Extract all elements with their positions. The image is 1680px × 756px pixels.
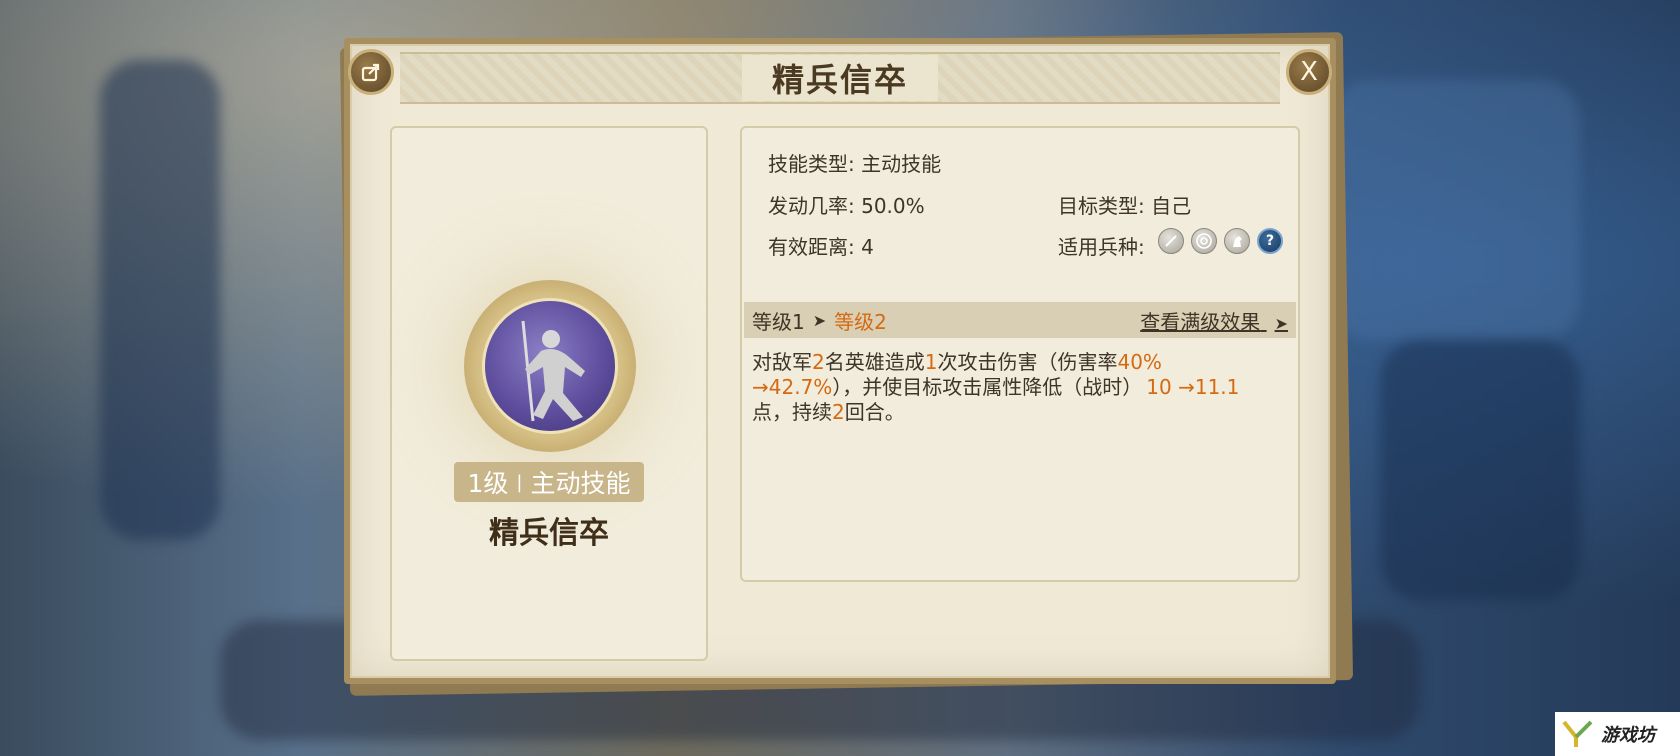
- arrow-right-icon: ➤: [812, 310, 827, 330]
- target-type-label: 目标类型:: [1058, 194, 1145, 218]
- watermark: 游戏坊: [1555, 712, 1680, 756]
- desc-value: 2: [812, 350, 825, 374]
- level-compare-bar: 等级1 ➤ 等级2 查看满级效果 ➤: [744, 302, 1296, 338]
- desc-value: 1: [924, 350, 938, 374]
- background-shape: [1330, 80, 1580, 340]
- watermark-logo-icon: [1562, 720, 1593, 747]
- skill-description: 对敌军2名英雄造成1次攻击伤害（伤害率40% →42.7%），并使目标攻击属性降低…: [752, 350, 1274, 425]
- title-bar: 精兵信卒: [400, 52, 1280, 104]
- badge-divider: |: [516, 471, 523, 493]
- background-shape: [1380, 340, 1580, 600]
- desc-value: 40%: [1117, 350, 1162, 374]
- skill-type-label: 技能类型:: [768, 152, 855, 176]
- range-label: 有效距离:: [768, 235, 855, 259]
- trigger-rate-label: 发动几率:: [768, 194, 855, 218]
- troop-row: 适用兵种:: [1058, 231, 1145, 260]
- sword-icon[interactable]: [1158, 228, 1184, 254]
- troop-label: 适用兵种:: [1058, 235, 1145, 259]
- level-to: 等级2: [834, 309, 887, 334]
- horse-icon[interactable]: [1224, 228, 1250, 254]
- skill-type-value: 主动技能: [861, 152, 942, 176]
- range-value: 4: [861, 235, 874, 259]
- skill-type-row: 技能类型: 主动技能: [768, 148, 941, 177]
- question-mark: ?: [1265, 233, 1275, 249]
- skill-portrait-card: 1级 | 主动技能 精兵信卒: [390, 126, 708, 661]
- trigger-rate-value: 50.0%: [861, 194, 925, 218]
- bow-target-icon[interactable]: [1191, 228, 1217, 254]
- desc-text: 名英雄造成: [824, 350, 925, 374]
- desc-text: 次攻击伤害（伤害率: [937, 350, 1118, 374]
- close-icon: X: [1300, 57, 1318, 87]
- share-icon: [361, 63, 380, 82]
- trigger-rate-row: 发动几率: 50.0%: [768, 190, 925, 219]
- target-type-value: 自己: [1151, 194, 1192, 218]
- badge-level: 1级: [467, 469, 509, 498]
- troop-icons: ?: [1158, 228, 1283, 254]
- watermark-text: 游戏坊: [1601, 725, 1655, 746]
- skill-dialog: 精兵信卒 X 1级 | 主动技能 精兵信卒 技能类型: 主动技能 发动几率: 5…: [344, 38, 1336, 684]
- view-max-level-label: 查看满级效果: [1140, 309, 1261, 334]
- desc-value: 10 →11.1: [1146, 375, 1240, 399]
- skill-level-badge: 1级 | 主动技能: [454, 462, 644, 502]
- desc-value: →42.7%: [752, 375, 833, 399]
- level-from: 等级1: [752, 309, 805, 334]
- target-type-row: 目标类型: 自己: [1058, 190, 1191, 219]
- close-button[interactable]: X: [1286, 49, 1332, 95]
- desc-text: 回合。: [844, 400, 905, 424]
- view-max-level-link[interactable]: 查看满级效果 ➤: [1140, 306, 1288, 335]
- background-shape: [100, 60, 220, 540]
- desc-text: ），并使目标攻击属性降低（战时）: [832, 375, 1143, 399]
- range-row: 有效距离: 4: [768, 231, 874, 260]
- share-button[interactable]: [348, 49, 394, 95]
- skill-emblem: [464, 280, 636, 452]
- question-icon[interactable]: ?: [1257, 228, 1283, 254]
- chevron-right-icon: ➤: [1274, 313, 1288, 333]
- skill-name: 精兵信卒: [489, 516, 609, 551]
- desc-value: 2: [832, 400, 845, 424]
- soldier-icon: [521, 320, 585, 422]
- desc-text: 点，持续: [752, 400, 832, 424]
- desc-text: 对敌军: [752, 350, 812, 374]
- dialog-title: 精兵信卒: [741, 55, 938, 101]
- badge-type: 主动技能: [530, 469, 631, 498]
- skill-portrait: [482, 298, 618, 434]
- skill-info-card: 技能类型: 主动技能 发动几率: 50.0% 目标类型: 自己 有效距离: 4 …: [740, 126, 1300, 582]
